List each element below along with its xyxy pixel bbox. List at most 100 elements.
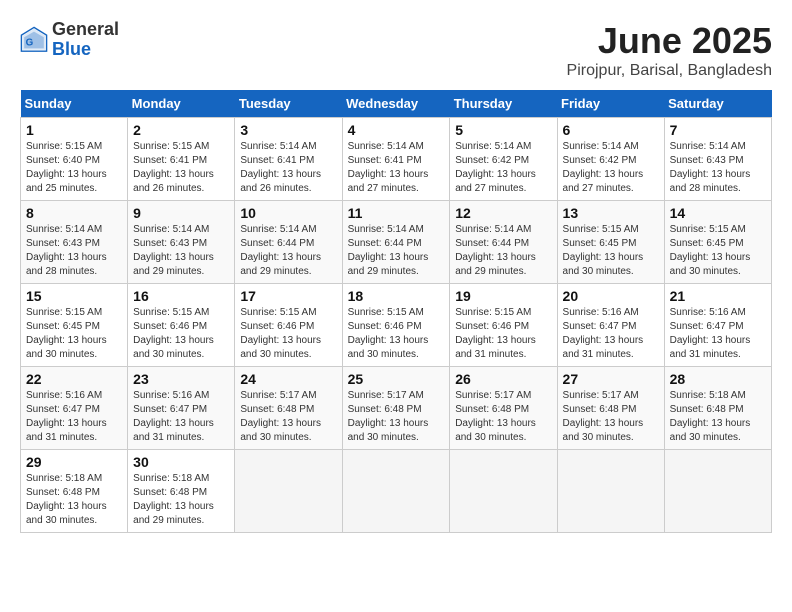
day-detail: Sunrise: 5:15 AMSunset: 6:46 PMDaylight:… xyxy=(455,306,551,362)
calendar-day-cell: 5 Sunrise: 5:14 AMSunset: 6:42 PMDaylight… xyxy=(450,118,557,201)
calendar-day-cell: 15 Sunrise: 5:15 AMSunset: 6:45 PMDayligh… xyxy=(21,284,128,367)
calendar-day-cell: 18Sunrise: 5:15 AMSunset: 6:46 PMDayligh… xyxy=(342,284,450,367)
day-number: 28 xyxy=(670,371,766,387)
empty-cell xyxy=(557,450,664,533)
day-number: 12 xyxy=(455,205,551,221)
calendar-week-row: 29 Sunrise: 5:18 AMSunset: 6:48 PMDayligh… xyxy=(21,450,772,533)
calendar-day-cell: 17Sunrise: 5:15 AMSunset: 6:46 PMDayligh… xyxy=(235,284,342,367)
calendar-day-cell: 23 Sunrise: 5:16 AMSunset: 6:47 PMDayligh… xyxy=(128,367,235,450)
day-detail: Sunrise: 5:18 AMSunset: 6:48 PMDaylight:… xyxy=(133,472,229,528)
calendar-day-cell: 3Sunrise: 5:14 AMSunset: 6:41 PMDaylight… xyxy=(235,118,342,201)
calendar-week-row: 22 Sunrise: 5:16 AMSunset: 6:47 PMDayligh… xyxy=(21,367,772,450)
calendar-day-cell: 2 Sunrise: 5:15 AMSunset: 6:41 PMDaylight… xyxy=(128,118,235,201)
calendar-day-cell: 20 Sunrise: 5:16 AMSunset: 6:47 PMDayligh… xyxy=(557,284,664,367)
title-section: June 2025 Pirojpur, Barisal, Bangladesh xyxy=(567,20,772,80)
logo-blue: Blue xyxy=(52,39,91,59)
day-number: 15 xyxy=(26,288,122,304)
day-detail: Sunrise: 5:14 AMSunset: 6:44 PMDaylight:… xyxy=(240,223,336,279)
day-number: 7 xyxy=(670,122,766,138)
day-detail: Sunrise: 5:17 AMSunset: 6:48 PMDaylight:… xyxy=(240,389,336,445)
day-number: 24 xyxy=(240,371,336,387)
day-detail: Sunrise: 5:15 AMSunset: 6:45 PMDaylight:… xyxy=(563,223,659,279)
calendar-day-cell: 27 Sunrise: 5:17 AMSunset: 6:48 PMDayligh… xyxy=(557,367,664,450)
day-number: 27 xyxy=(563,371,659,387)
calendar-day-cell: 26 Sunrise: 5:17 AMSunset: 6:48 PMDayligh… xyxy=(450,367,557,450)
day-detail: Sunrise: 5:14 AMSunset: 6:43 PMDaylight:… xyxy=(26,223,122,279)
weekday-header-wednesday: Wednesday xyxy=(342,90,450,118)
day-number: 9 xyxy=(133,205,229,221)
day-number: 26 xyxy=(455,371,551,387)
weekday-header-monday: Monday xyxy=(128,90,235,118)
weekday-header-row: SundayMondayTuesdayWednesdayThursdayFrid… xyxy=(21,90,772,118)
day-number: 17 xyxy=(240,288,336,304)
day-detail: Sunrise: 5:16 AMSunset: 6:47 PMDaylight:… xyxy=(563,306,659,362)
day-number: 6 xyxy=(563,122,659,138)
day-number: 25 xyxy=(348,371,445,387)
day-detail: Sunrise: 5:14 AMSunset: 6:44 PMDaylight:… xyxy=(455,223,551,279)
calendar-day-cell: 30 Sunrise: 5:18 AMSunset: 6:48 PMDayligh… xyxy=(128,450,235,533)
day-detail: Sunrise: 5:18 AMSunset: 6:48 PMDaylight:… xyxy=(670,389,766,445)
month-year-title: June 2025 xyxy=(567,20,772,62)
day-number: 29 xyxy=(26,454,122,470)
day-detail: Sunrise: 5:15 AMSunset: 6:45 PMDaylight:… xyxy=(26,306,122,362)
day-detail: Sunrise: 5:14 AMSunset: 6:44 PMDaylight:… xyxy=(348,223,445,279)
day-detail: Sunrise: 5:14 AMSunset: 6:41 PMDaylight:… xyxy=(348,140,445,196)
calendar-week-row: 8Sunrise: 5:14 AMSunset: 6:43 PMDaylight… xyxy=(21,201,772,284)
calendar-day-cell: 25 Sunrise: 5:17 AMSunset: 6:48 PMDayligh… xyxy=(342,367,450,450)
location-subtitle: Pirojpur, Barisal, Bangladesh xyxy=(567,62,772,80)
calendar-week-row: 1 Sunrise: 5:15 AMSunset: 6:40 PMDaylight… xyxy=(21,118,772,201)
day-number: 4 xyxy=(348,122,445,138)
calendar-day-cell: 11 Sunrise: 5:14 AMSunset: 6:44 PMDayligh… xyxy=(342,201,450,284)
day-detail: Sunrise: 5:17 AMSunset: 6:48 PMDaylight:… xyxy=(455,389,551,445)
calendar-day-cell: 28 Sunrise: 5:18 AMSunset: 6:48 PMDayligh… xyxy=(664,367,771,450)
day-number: 13 xyxy=(563,205,659,221)
calendar-day-cell: 1 Sunrise: 5:15 AMSunset: 6:40 PMDaylight… xyxy=(21,118,128,201)
logo: G General Blue xyxy=(20,20,119,60)
calendar-day-cell: 22Sunrise: 5:16 AMSunset: 6:47 PMDayligh… xyxy=(21,367,128,450)
day-detail: Sunrise: 5:15 AMSunset: 6:40 PMDaylight:… xyxy=(26,140,122,196)
day-detail: Sunrise: 5:15 AMSunset: 6:46 PMDaylight:… xyxy=(133,306,229,362)
day-detail: Sunrise: 5:16 AMSunset: 6:47 PMDaylight:… xyxy=(133,389,229,445)
logo-general: General xyxy=(52,19,119,39)
calendar-day-cell: 16Sunrise: 5:15 AMSunset: 6:46 PMDayligh… xyxy=(128,284,235,367)
day-number: 21 xyxy=(670,288,766,304)
day-detail: Sunrise: 5:14 AMSunset: 6:43 PMDaylight:… xyxy=(670,140,766,196)
day-number: 10 xyxy=(240,205,336,221)
day-number: 20 xyxy=(563,288,659,304)
day-detail: Sunrise: 5:17 AMSunset: 6:48 PMDaylight:… xyxy=(348,389,445,445)
day-number: 30 xyxy=(133,454,229,470)
calendar-day-cell: 19Sunrise: 5:15 AMSunset: 6:46 PMDayligh… xyxy=(450,284,557,367)
day-detail: Sunrise: 5:15 AMSunset: 6:41 PMDaylight:… xyxy=(133,140,229,196)
calendar-day-cell: 8Sunrise: 5:14 AMSunset: 6:43 PMDaylight… xyxy=(21,201,128,284)
calendar-day-cell: 6Sunrise: 5:14 AMSunset: 6:42 PMDaylight… xyxy=(557,118,664,201)
calendar-week-row: 15 Sunrise: 5:15 AMSunset: 6:45 PMDayligh… xyxy=(21,284,772,367)
calendar-day-cell: 7 Sunrise: 5:14 AMSunset: 6:43 PMDaylight… xyxy=(664,118,771,201)
day-detail: Sunrise: 5:17 AMSunset: 6:48 PMDaylight:… xyxy=(563,389,659,445)
calendar-day-cell: 13 Sunrise: 5:15 AMSunset: 6:45 PMDayligh… xyxy=(557,201,664,284)
calendar-day-cell: 9 Sunrise: 5:14 AMSunset: 6:43 PMDaylight… xyxy=(128,201,235,284)
weekday-header-thursday: Thursday xyxy=(450,90,557,118)
weekday-header-tuesday: Tuesday xyxy=(235,90,342,118)
day-number: 11 xyxy=(348,205,445,221)
day-number: 23 xyxy=(133,371,229,387)
calendar-day-cell: 21Sunrise: 5:16 AMSunset: 6:47 PMDayligh… xyxy=(664,284,771,367)
calendar-day-cell: 29 Sunrise: 5:18 AMSunset: 6:48 PMDayligh… xyxy=(21,450,128,533)
empty-cell xyxy=(450,450,557,533)
day-number: 2 xyxy=(133,122,229,138)
day-detail: Sunrise: 5:14 AMSunset: 6:41 PMDaylight:… xyxy=(240,140,336,196)
calendar-day-cell: 14Sunrise: 5:15 AMSunset: 6:45 PMDayligh… xyxy=(664,201,771,284)
empty-cell xyxy=(342,450,450,533)
weekday-header-sunday: Sunday xyxy=(21,90,128,118)
day-number: 14 xyxy=(670,205,766,221)
day-detail: Sunrise: 5:14 AMSunset: 6:43 PMDaylight:… xyxy=(133,223,229,279)
logo-text: General Blue xyxy=(52,20,119,60)
calendar-day-cell: 10 Sunrise: 5:14 AMSunset: 6:44 PMDayligh… xyxy=(235,201,342,284)
empty-cell xyxy=(235,450,342,533)
calendar-table: SundayMondayTuesdayWednesdayThursdayFrid… xyxy=(20,90,772,533)
day-number: 5 xyxy=(455,122,551,138)
day-number: 22 xyxy=(26,371,122,387)
day-detail: Sunrise: 5:18 AMSunset: 6:48 PMDaylight:… xyxy=(26,472,122,528)
day-detail: Sunrise: 5:14 AMSunset: 6:42 PMDaylight:… xyxy=(455,140,551,196)
calendar-day-cell: 4 Sunrise: 5:14 AMSunset: 6:41 PMDaylight… xyxy=(342,118,450,201)
day-number: 1 xyxy=(26,122,122,138)
